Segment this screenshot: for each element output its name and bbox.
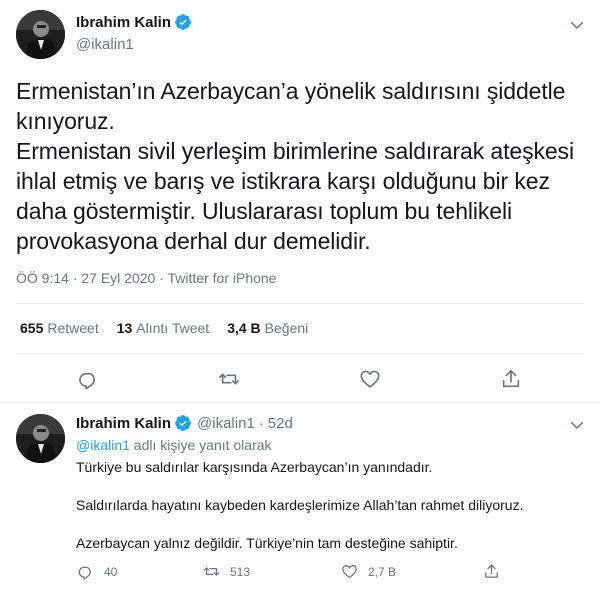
share-action[interactable] xyxy=(483,563,510,580)
reply-separator: · xyxy=(258,414,264,432)
reply-author-row: Ibrahim Kalin @ikalin1 · 52d xyxy=(76,414,293,432)
tweet-text-line: Ermenistan’ın Azerbaycan’a yönelik saldı… xyxy=(16,78,566,104)
tweet-time[interactable]: ÖÖ 9:14 xyxy=(16,270,69,286)
avatar[interactable] xyxy=(16,10,65,59)
author-name-row[interactable]: Ibrahim Kalin xyxy=(76,13,192,31)
reply-count: 40 xyxy=(104,564,118,579)
quotes-stat[interactable]: 13 Alıntı Tweet xyxy=(117,320,209,336)
retweets-label: Retweet xyxy=(47,320,99,336)
retweet-count: 513 xyxy=(230,564,251,579)
replying-to: @ikalin1 adlı kişiye yanıt olarak xyxy=(76,437,272,453)
meta-separator: · xyxy=(159,270,164,286)
share-icon xyxy=(485,564,498,578)
tweet-source[interactable]: Twitter for iPhone xyxy=(168,270,277,286)
reply-text-line: Azerbaycan yalnız değildir. Türkiye’nin … xyxy=(76,535,458,551)
tweet-date[interactable]: 27 Eyl 2020 xyxy=(81,270,155,286)
like-action[interactable]: 2,7 B xyxy=(341,563,396,580)
reply-author-display-name[interactable]: Ibrahim Kalin xyxy=(76,415,171,432)
reply-text-line: Saldırılarda hayatını kaybeden kardeşler… xyxy=(76,497,524,513)
likes-stat[interactable]: 3,4 B Beğeni xyxy=(227,320,308,336)
tweet-text-line: daha göstermiştir. Uluslararası toplum b… xyxy=(16,198,513,224)
avatar[interactable] xyxy=(16,414,65,463)
reply-text-line: Türkiye bu saldırılar karşısında Azerbay… xyxy=(76,459,433,475)
reply-age[interactable]: 52d xyxy=(268,415,293,432)
like-icon xyxy=(342,565,357,579)
tweet-meta: ÖÖ 9:14 · 27 Eyl 2020 · Twitter for iPho… xyxy=(16,270,276,286)
replying-suffix: adlı kişiye yanıt olarak xyxy=(133,437,272,453)
share-icon[interactable] xyxy=(500,368,522,390)
tweet-text: Ermenistan’ın Azerbaycan’a yönelik saldı… xyxy=(16,76,586,256)
meta-separator: · xyxy=(72,270,78,286)
retweets-stat[interactable]: 655 Retweet xyxy=(20,320,99,336)
retweets-count: 655 xyxy=(20,320,44,336)
tweet-stats: 655 Retweet 13 Alıntı Tweet 3,4 B Beğeni xyxy=(20,320,326,336)
reply-author-handle[interactable]: @ikalin1 xyxy=(197,415,255,432)
tweet-text-line: kınıyoruz. xyxy=(16,108,115,134)
author-handle[interactable]: @ikalin1 xyxy=(76,36,134,53)
author-display-name[interactable]: Ibrahim Kalin xyxy=(76,14,171,31)
retweet-action[interactable]: 513 xyxy=(203,563,250,580)
chevron-down-icon[interactable] xyxy=(568,16,586,34)
likes-label: Beğeni xyxy=(264,320,309,336)
divider xyxy=(16,353,584,354)
reply-action[interactable]: 40 xyxy=(77,563,117,580)
replying-mention[interactable]: @ikalin1 xyxy=(76,437,130,453)
quotes-count: 13 xyxy=(116,320,133,336)
tweet-text-line: Ermenistan sivil yerleşim birimlerine sa… xyxy=(16,138,574,164)
verified-badge-icon xyxy=(175,415,191,431)
reply-icon xyxy=(78,566,91,580)
like-count: 2,7 B xyxy=(368,564,397,579)
chevron-down-icon[interactable] xyxy=(568,416,586,434)
tweet-text-line: ihlal etmiş ve barış ve istikrara karşı … xyxy=(16,168,550,194)
retweet-icon xyxy=(203,567,220,576)
like-icon[interactable] xyxy=(359,368,381,390)
retweet-icon[interactable] xyxy=(218,368,240,390)
likes-count: 3,4 B xyxy=(227,320,261,336)
reply-icon[interactable] xyxy=(77,368,99,390)
verified-badge-icon xyxy=(175,14,191,30)
divider xyxy=(16,303,584,304)
quotes-label: Alıntı Tweet xyxy=(136,320,210,336)
tweet-text-line: provokasyona derhal dur demelidir. xyxy=(16,228,371,254)
main-tweet: Ibrahim Kalin @ikalin1 Ermenistan’ın Aze… xyxy=(0,0,600,403)
